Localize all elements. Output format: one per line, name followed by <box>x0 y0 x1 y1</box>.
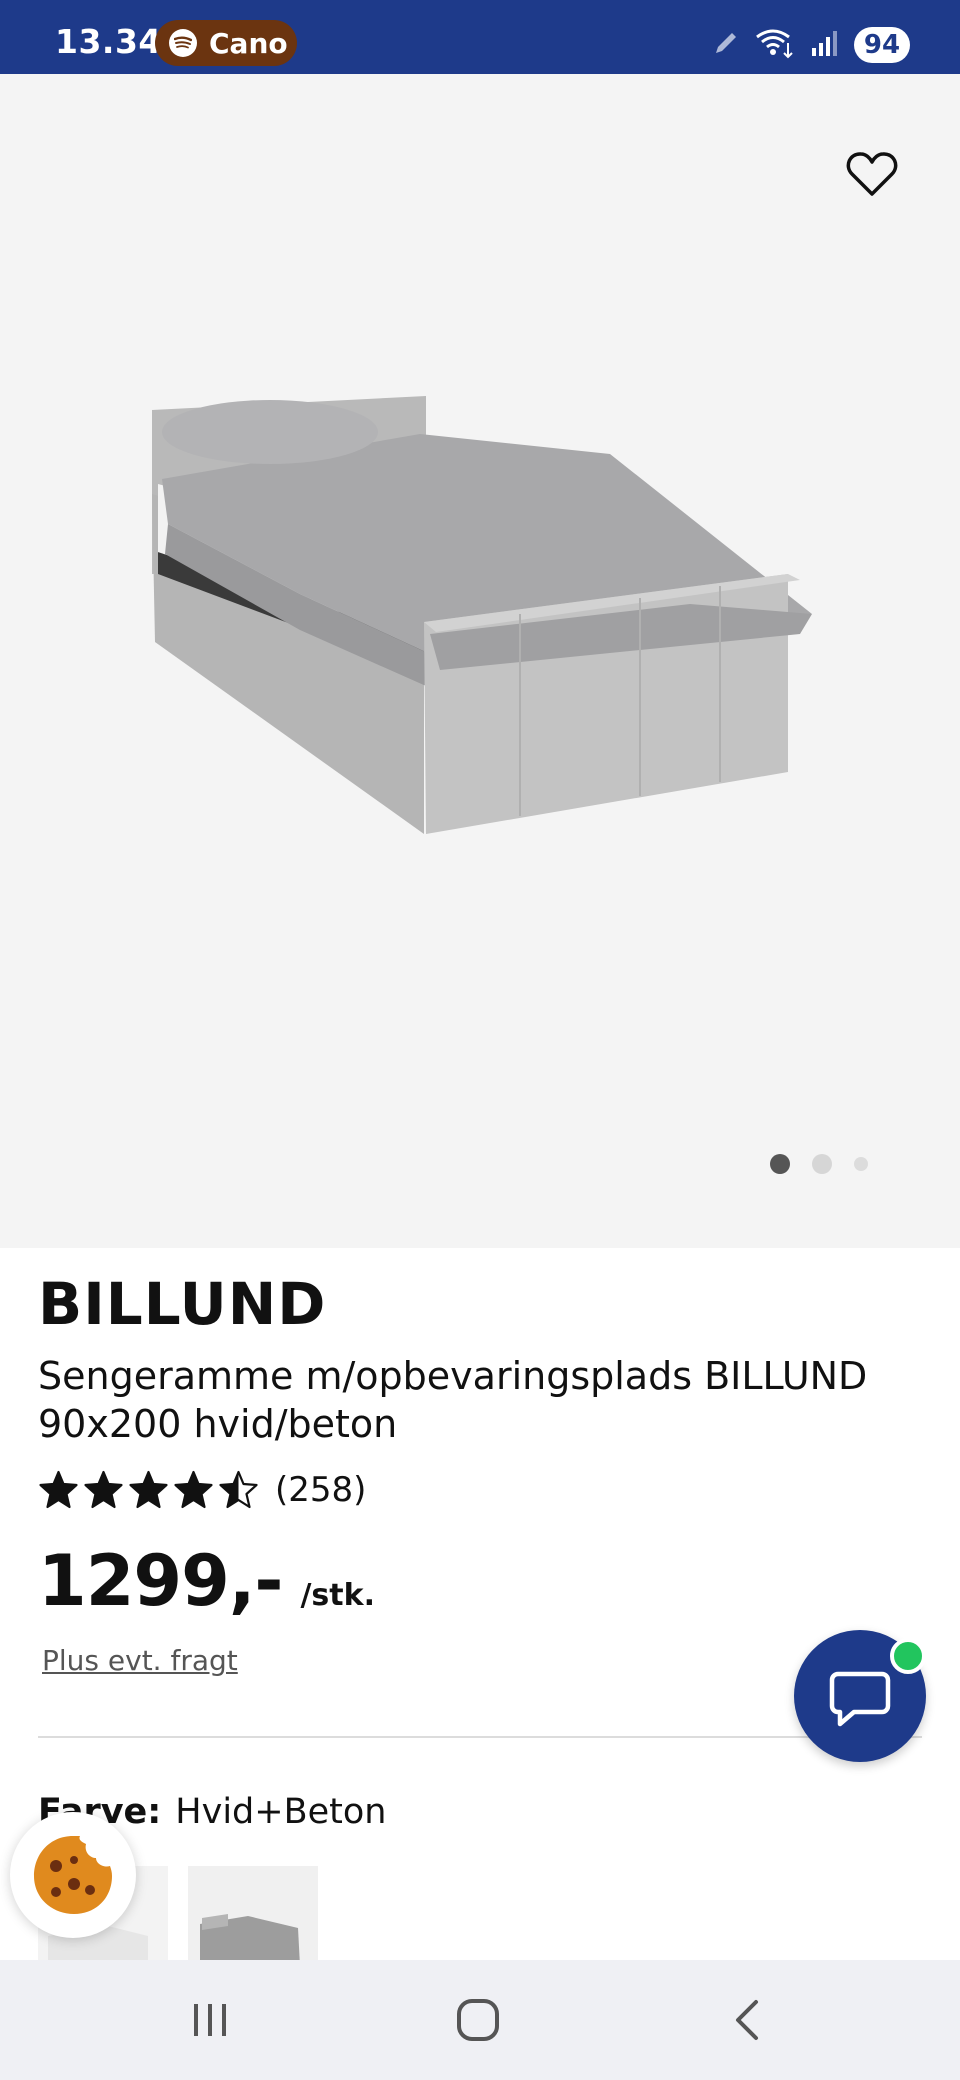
chat-bubble-icon <box>829 1671 891 1727</box>
chat-online-indicator <box>890 1638 926 1674</box>
carousel-dot-3[interactable] <box>854 1157 868 1171</box>
heart-icon <box>846 152 898 196</box>
color-value: Hvid+Beton <box>175 1792 387 1832</box>
product-title: Sengeramme m/opbevaringsplads BILLUND 90… <box>38 1354 868 1446</box>
spotify-icon <box>169 29 197 57</box>
bed-frame-image <box>152 396 812 834</box>
signal-icon <box>810 28 840 63</box>
now-playing-label: Cano <box>209 26 288 60</box>
price-unit: /stk. <box>300 1578 375 1613</box>
carousel-dot-2[interactable] <box>812 1154 832 1174</box>
price-row: 1299,- /stk. <box>38 1540 375 1622</box>
battery-icon: 94 <box>854 27 910 63</box>
home-icon <box>457 1999 499 2041</box>
star-icon <box>129 1470 168 1509</box>
recent-apps-button[interactable] <box>170 1990 250 2050</box>
carousel-dot-1[interactable] <box>770 1154 790 1174</box>
status-bar: 13.34 Cano 94 <box>0 0 960 74</box>
wishlist-heart-button[interactable] <box>846 150 898 198</box>
wifi-icon <box>754 27 796 64</box>
price: 1299,- <box>38 1540 283 1622</box>
star-icon <box>219 1470 258 1509</box>
recent-apps-icon <box>194 2004 226 2036</box>
system-navigation-bar <box>0 1960 960 2080</box>
product-brand: BILLUND <box>38 1270 327 1338</box>
back-icon <box>736 2000 758 2040</box>
pen-icon <box>712 29 740 62</box>
back-button[interactable] <box>708 1990 788 2050</box>
cookie-settings-button[interactable] <box>10 1812 136 1938</box>
now-playing-pill[interactable]: Cano <box>155 20 297 66</box>
carousel-indicator <box>770 1154 868 1174</box>
star-icon <box>174 1470 213 1509</box>
divider <box>38 1736 922 1738</box>
rating-stars <box>38 1470 259 1510</box>
home-button[interactable] <box>438 1990 518 2050</box>
color-swatch-concrete[interactable] <box>188 1866 318 1966</box>
shipping-note-link[interactable]: Plus evt. fragt <box>42 1644 238 1677</box>
star-icon <box>84 1470 123 1509</box>
status-icons: 94 <box>712 24 910 66</box>
status-time: 13.34 <box>55 22 162 61</box>
star-icon <box>39 1470 78 1509</box>
cookie-icon <box>34 1836 112 1914</box>
review-count[interactable]: (258) <box>275 1470 366 1510</box>
product-rating[interactable]: (258) <box>38 1470 366 1510</box>
product-image-carousel[interactable] <box>0 74 960 1248</box>
